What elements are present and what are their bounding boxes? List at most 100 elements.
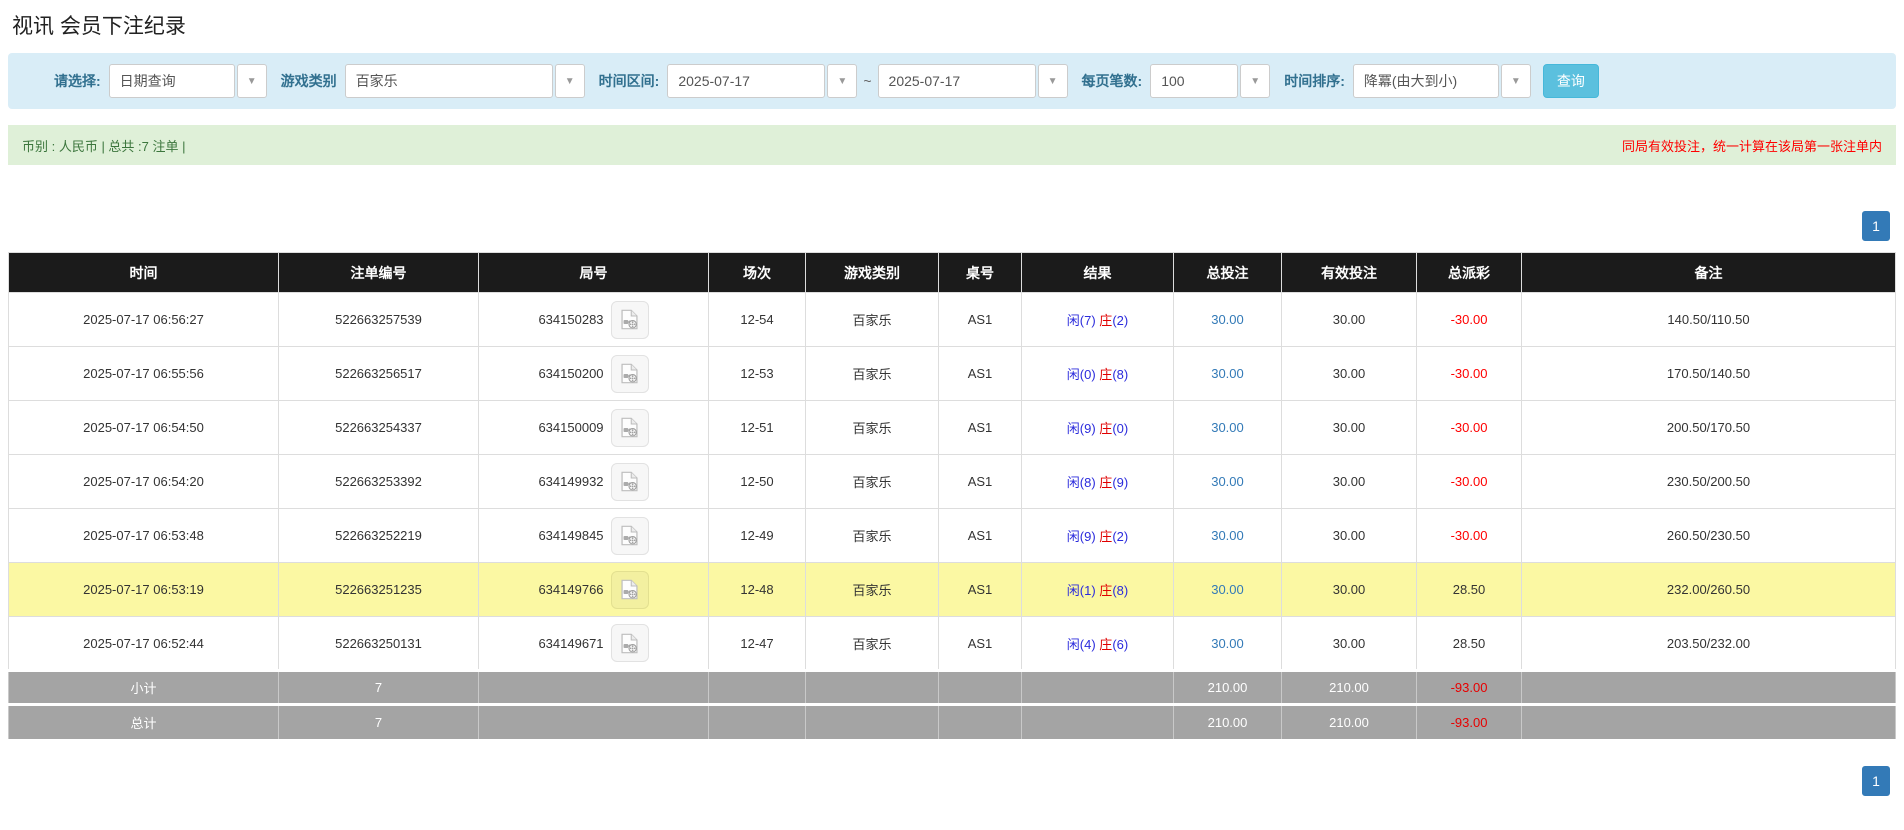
filter-game-category: 游戏类别 百家乐 ▼ xyxy=(267,64,585,98)
query-type-select[interactable]: 日期查询 ▼ xyxy=(109,64,267,98)
round-id: 634149766 xyxy=(538,582,603,597)
cell-valid-bet: 30.00 xyxy=(1282,401,1417,455)
result-banker-num: (9) xyxy=(1112,475,1128,490)
date-from-value: 2025-07-17 xyxy=(667,64,825,98)
video-file-icon[interactable] xyxy=(611,463,649,501)
chevron-down-icon[interactable]: ▼ xyxy=(827,64,857,98)
summary-total-bet: 210.00 xyxy=(1174,671,1282,705)
filter-panel: 请选择: 日期查询 ▼ 游戏类别 百家乐 ▼ 时间区间: 2025-07-17 … xyxy=(8,53,1896,109)
result-banker: 庄 xyxy=(1099,637,1112,652)
cell-time: 2025-07-17 06:56:27 xyxy=(9,293,279,347)
cell-bet-id: 522663256517 xyxy=(279,347,479,401)
table-row: 2025-07-17 06:53:48522663252219634149845… xyxy=(9,509,1896,563)
page-size-value: 100 xyxy=(1150,64,1238,98)
cell-total-bet: 30.00 xyxy=(1174,347,1282,401)
table-body: 2025-07-17 06:56:27522663257539 634150283… xyxy=(9,293,1896,671)
cell-remark: 203.50/232.00 xyxy=(1522,617,1896,671)
game-category-select[interactable]: 百家乐 ▼ xyxy=(345,64,585,98)
video-file-icon[interactable] xyxy=(611,517,649,555)
cell-payout: -30.00 xyxy=(1417,293,1522,347)
result-player: 闲(4) xyxy=(1067,637,1096,652)
cell-game: 百家乐 xyxy=(806,401,939,455)
chevron-down-icon[interactable]: ▼ xyxy=(1038,64,1068,98)
column-header-9: 总派彩 xyxy=(1417,253,1522,293)
cell-remark: 232.00/260.50 xyxy=(1522,563,1896,617)
search-button[interactable]: 查询 xyxy=(1543,64,1599,98)
cell-bet-id: 522663254337 xyxy=(279,401,479,455)
cell-time: 2025-07-17 06:52:44 xyxy=(9,617,279,671)
page-button-1[interactable]: 1 xyxy=(1862,211,1890,241)
cell-table-no: AS1 xyxy=(939,293,1022,347)
cell-remark: 260.50/230.50 xyxy=(1522,509,1896,563)
column-header-3: 场次 xyxy=(709,253,806,293)
result-banker: 庄 xyxy=(1099,529,1112,544)
cell-round-id: 634149766 xyxy=(479,563,709,617)
cell-valid-bet: 30.00 xyxy=(1282,347,1417,401)
cell-result: 闲(0) 庄(8) xyxy=(1022,347,1174,401)
video-file-icon[interactable] xyxy=(611,571,649,609)
cell-bet-id: 522663257539 xyxy=(279,293,479,347)
cell-round-id: 634149845 xyxy=(479,509,709,563)
page-size-select[interactable]: 100 ▼ xyxy=(1150,64,1270,98)
cell-valid-bet: 30.00 xyxy=(1282,509,1417,563)
cell-round-id: 634149932 xyxy=(479,455,709,509)
chevron-down-icon[interactable]: ▼ xyxy=(237,64,267,98)
filter-page-size: 每页笔数: 100 ▼ xyxy=(1068,64,1271,98)
cell-session: 12-49 xyxy=(709,509,806,563)
video-file-icon[interactable] xyxy=(611,409,649,447)
cell-valid-bet: 30.00 xyxy=(1282,617,1417,671)
total-bet-link[interactable]: 30.00 xyxy=(1211,366,1244,381)
round-id: 634149932 xyxy=(538,474,603,489)
column-header-6: 结果 xyxy=(1022,253,1174,293)
date-to-select[interactable]: 2025-07-17 ▼ xyxy=(878,64,1068,98)
cell-table-no: AS1 xyxy=(939,455,1022,509)
total-bet-link[interactable]: 30.00 xyxy=(1211,312,1244,327)
cell-valid-bet: 30.00 xyxy=(1282,293,1417,347)
table-row: 2025-07-17 06:54:50522663254337634150009… xyxy=(9,401,1896,455)
chevron-down-icon[interactable]: ▼ xyxy=(555,64,585,98)
column-header-8: 有效投注 xyxy=(1282,253,1417,293)
cell-round-id: 634150200 xyxy=(479,347,709,401)
time-sort-value: 降冪(由大到小) xyxy=(1353,64,1499,98)
cell-table-no: AS1 xyxy=(939,563,1022,617)
table-row: 2025-07-17 06:52:44522663250131634149671… xyxy=(9,617,1896,671)
round-id: 634150283 xyxy=(538,312,603,327)
result-player: 闲(1) xyxy=(1067,583,1096,598)
total-bet-link[interactable]: 30.00 xyxy=(1211,636,1244,651)
result-banker: 庄 xyxy=(1099,475,1112,490)
chevron-down-icon[interactable]: ▼ xyxy=(1240,64,1270,98)
video-file-icon[interactable] xyxy=(611,355,649,393)
total-bet-link[interactable]: 30.00 xyxy=(1211,420,1244,435)
cell-payout: 28.50 xyxy=(1417,563,1522,617)
page-button-1[interactable]: 1 xyxy=(1862,766,1890,796)
total-bet-link[interactable]: 30.00 xyxy=(1211,582,1244,597)
table-row: 2025-07-17 06:53:19522663251235634149766… xyxy=(9,563,1896,617)
cell-bet-id: 522663253392 xyxy=(279,455,479,509)
cell-result: 闲(1) 庄(8) xyxy=(1022,563,1174,617)
date-from-select[interactable]: 2025-07-17 ▼ xyxy=(667,64,857,98)
time-sort-select[interactable]: 降冪(由大到小) ▼ xyxy=(1353,64,1531,98)
cell-payout: -30.00 xyxy=(1417,347,1522,401)
video-file-icon[interactable] xyxy=(611,301,649,339)
video-file-icon[interactable] xyxy=(611,624,649,662)
cell-result: 闲(8) 庄(9) xyxy=(1022,455,1174,509)
cell-total-bet: 30.00 xyxy=(1174,455,1282,509)
table-footer: 小计7210.00210.00-93.00总计7210.00210.00-93.… xyxy=(9,671,1896,739)
result-banker: 庄 xyxy=(1099,583,1112,598)
cell-time: 2025-07-17 06:55:56 xyxy=(9,347,279,401)
cell-remark: 140.50/110.50 xyxy=(1522,293,1896,347)
summary-count: 7 xyxy=(279,671,479,705)
cell-payout: -30.00 xyxy=(1417,455,1522,509)
result-banker: 庄 xyxy=(1099,313,1112,328)
result-banker-num: (6) xyxy=(1112,637,1128,652)
result-banker: 庄 xyxy=(1099,421,1112,436)
total-bet-link[interactable]: 30.00 xyxy=(1211,474,1244,489)
cell-total-bet: 30.00 xyxy=(1174,401,1282,455)
cell-game: 百家乐 xyxy=(806,293,939,347)
total-bet-link[interactable]: 30.00 xyxy=(1211,528,1244,543)
filter-time-range: 时间区间: 2025-07-17 ▼ ~ 2025-07-17 ▼ xyxy=(585,64,1068,98)
chevron-down-icon[interactable]: ▼ xyxy=(1501,64,1531,98)
column-header-7: 总投注 xyxy=(1174,253,1282,293)
cell-valid-bet: 30.00 xyxy=(1282,455,1417,509)
query-type-label: 请选择: xyxy=(54,71,101,91)
